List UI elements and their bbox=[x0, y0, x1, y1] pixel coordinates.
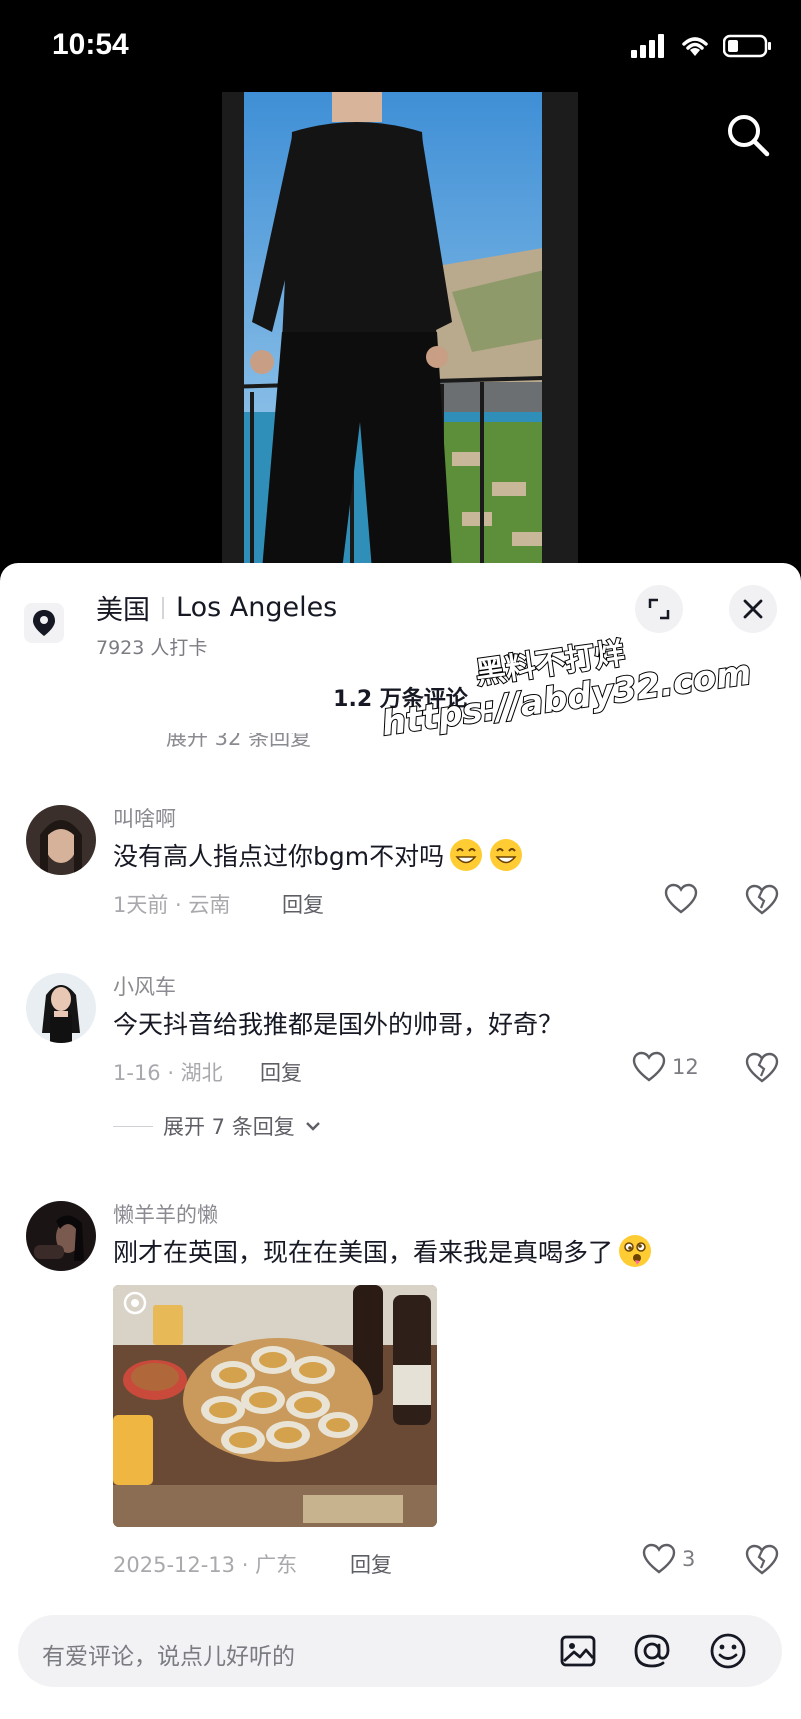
like-button[interactable] bbox=[664, 883, 704, 915]
status-icons bbox=[631, 34, 773, 58]
comment-text-body: 刚才在英国，现在在美国，看来我是真喝多了 bbox=[113, 1238, 614, 1267]
reply-button[interactable]: 回复 bbox=[350, 1549, 392, 1579]
comment-text: 今天抖音给我推都是国外的帅哥，好奇？ bbox=[113, 1005, 563, 1041]
expand-replies-label: 展开 7 条回复 bbox=[163, 1115, 295, 1139]
comment-input-placeholder: 有爱评论，说点儿好听的 bbox=[42, 1644, 295, 1670]
wifi-icon bbox=[682, 37, 708, 56]
comment-meta: 1-16 · 湖北 bbox=[113, 1061, 223, 1085]
location-pin-icon bbox=[24, 603, 64, 643]
expand-button[interactable] bbox=[635, 585, 683, 633]
image-icon[interactable] bbox=[558, 1631, 598, 1671]
like-button[interactable]: 3 bbox=[642, 1543, 695, 1575]
broken-heart-icon[interactable] bbox=[745, 1543, 779, 1577]
location-city: Los Angeles bbox=[176, 592, 338, 623]
close-button[interactable] bbox=[729, 585, 777, 633]
video-frame bbox=[222, 92, 578, 570]
at-icon[interactable] bbox=[632, 1631, 672, 1671]
avatar[interactable] bbox=[26, 1201, 96, 1271]
comment-input-bar: 有爱评论，说点儿好听的 bbox=[0, 1615, 801, 1687]
expand-divider bbox=[113, 1125, 153, 1127]
comment-text-body: 今天抖音给我推都是国外的帅哥，好奇？ bbox=[113, 1010, 564, 1039]
reply-button[interactable]: 回复 bbox=[260, 1057, 302, 1087]
comment-text-body: 没有高人指点过你bgm不对吗 bbox=[113, 842, 445, 871]
avatar[interactable] bbox=[26, 805, 96, 875]
comment-sheet: 美国 Los Angeles 7923 人打卡 1.2 万条评论 展开 32 条… bbox=[0, 563, 801, 1719]
reply-button[interactable]: 回复 bbox=[282, 889, 324, 919]
comment-text: 刚才在英国，现在在美国，看来我是真喝多了 bbox=[113, 1233, 653, 1269]
status-time: 10:54 bbox=[52, 28, 129, 61]
comment-text: 没有高人指点过你bgm不对吗 bbox=[113, 837, 524, 873]
comment-image[interactable] bbox=[113, 1285, 437, 1527]
drunk-emoji-icon bbox=[619, 1235, 652, 1267]
search-icon[interactable] bbox=[723, 110, 773, 160]
location-country: 美国 bbox=[96, 595, 150, 626]
location-header[interactable]: 美国 Los Angeles 7923 人打卡 bbox=[0, 563, 801, 673]
like-button[interactable]: 12 bbox=[632, 1051, 699, 1083]
expand-replies-partial[interactable]: 展开 32 条回复 bbox=[166, 733, 311, 753]
comment-meta: 2025-12-13 · 广东 bbox=[113, 1553, 298, 1577]
close-icon bbox=[743, 599, 763, 619]
broken-heart-icon[interactable] bbox=[745, 883, 779, 917]
signal-icon bbox=[631, 34, 664, 58]
comment-input[interactable]: 有爱评论，说点儿好听的 bbox=[18, 1615, 782, 1687]
battery-icon bbox=[723, 34, 771, 58]
status-bar: 10:54 bbox=[0, 0, 801, 96]
expand-replies[interactable]: 展开 7 条回复 bbox=[113, 1111, 321, 1141]
emoji-icon[interactable] bbox=[708, 1631, 748, 1671]
grin-emoji-icon bbox=[490, 839, 523, 871]
broken-heart-icon[interactable] bbox=[745, 1051, 779, 1085]
location-title: 美国 Los Angeles bbox=[96, 588, 337, 627]
heart-icon bbox=[632, 1051, 666, 1082]
heart-icon bbox=[642, 1543, 676, 1574]
comment-username[interactable]: 小风车 bbox=[113, 971, 176, 1001]
chevron-down-icon bbox=[305, 1122, 320, 1131]
checkin-count: 7923 人打卡 bbox=[96, 637, 208, 659]
title-divider bbox=[162, 596, 164, 619]
heart-icon bbox=[664, 883, 698, 914]
expand-icon bbox=[648, 598, 670, 620]
grin-emoji-icon bbox=[450, 839, 483, 871]
comment-username[interactable]: 懒羊羊的懒 bbox=[113, 1199, 218, 1229]
comment-meta: 1天前 · 云南 bbox=[113, 893, 231, 917]
avatar[interactable] bbox=[26, 973, 96, 1043]
like-count: 12 bbox=[672, 1055, 699, 1079]
comment-username[interactable]: 叫啥啊 bbox=[113, 803, 176, 833]
comment-count: 1.2 万条评论 bbox=[333, 687, 468, 712]
like-count: 3 bbox=[682, 1547, 696, 1571]
